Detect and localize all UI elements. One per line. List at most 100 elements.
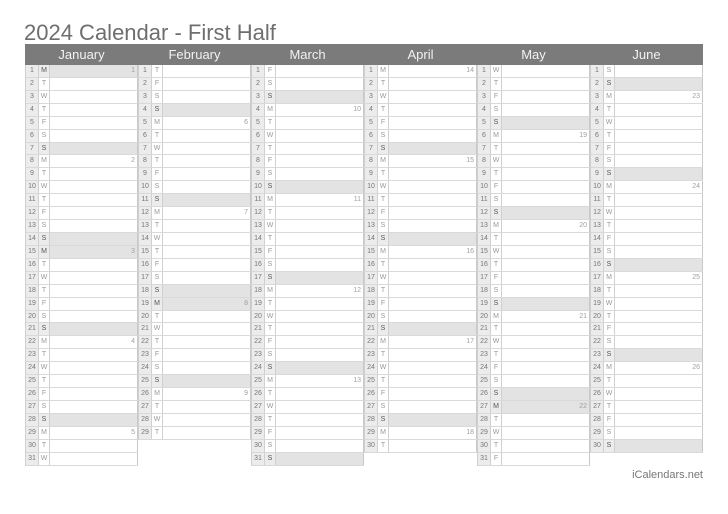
day-row[interactable]: 18 S	[139, 284, 251, 298]
day-row[interactable]: 29 M 5	[26, 426, 138, 440]
day-row[interactable]: 16 S	[591, 258, 703, 272]
day-row[interactable]: 25 T	[591, 375, 703, 389]
day-row[interactable]: 24 F	[478, 362, 590, 376]
day-row[interactable]: 18 T	[26, 284, 138, 298]
day-row[interactable]: 4T	[26, 103, 138, 117]
day-row[interactable]: 18 T	[591, 284, 703, 298]
day-row[interactable]: 6S	[26, 129, 138, 143]
day-row[interactable]: 8W	[478, 155, 590, 169]
day-row[interactable]: 24 M 26	[591, 362, 703, 376]
day-row[interactable]: 23 S	[591, 349, 703, 363]
day-row[interactable]: 26 F	[365, 388, 477, 401]
day-row[interactable]: 15 F	[252, 245, 364, 259]
day-row[interactable]: 31 F	[478, 452, 590, 466]
day-row[interactable]: 28 S	[26, 413, 138, 427]
day-row[interactable]: 1T	[139, 65, 251, 78]
day-row[interactable]: 10 W	[365, 181, 477, 195]
day-row[interactable]: 24 S	[252, 362, 364, 376]
day-row[interactable]: 27 T	[591, 400, 703, 414]
day-row[interactable]: 18 M 12	[252, 284, 364, 298]
day-row[interactable]: 25 S	[478, 375, 590, 389]
day-row[interactable]: 28 F	[591, 413, 703, 427]
day-row[interactable]: 14 T	[252, 232, 364, 246]
day-row[interactable]: 5T	[252, 116, 364, 130]
day-row[interactable]: 21 F	[591, 323, 703, 337]
day-row[interactable]: 31 W	[26, 452, 138, 466]
day-row[interactable]: 30 S	[252, 439, 364, 453]
day-row[interactable]: 20 M 21	[478, 310, 590, 324]
day-row[interactable]: 21 T	[478, 323, 590, 337]
day-row[interactable]: 13 S	[365, 220, 477, 233]
day-row[interactable]: 28 W	[139, 413, 251, 427]
day-row[interactable]: 20 S	[26, 310, 138, 324]
day-row[interactable]: 27 S	[365, 400, 477, 414]
day-row[interactable]: 9T	[365, 168, 477, 182]
day-row[interactable]: 26 T	[252, 388, 364, 401]
day-row[interactable]: 14 F	[591, 232, 703, 246]
day-row[interactable]: 7S	[365, 142, 477, 156]
day-row[interactable]: 5S	[478, 116, 590, 130]
day-row[interactable]: 11 T	[591, 194, 703, 208]
day-row[interactable]: 25 T	[26, 375, 138, 389]
day-row[interactable]: 19 W	[591, 297, 703, 311]
day-row[interactable]: 5W	[591, 116, 703, 130]
day-row[interactable]: 23 T	[478, 349, 590, 363]
day-row[interactable]: 12 M 7	[139, 207, 251, 221]
day-row[interactable]: 4 M 10	[252, 103, 364, 117]
day-row[interactable]: 11 M 11	[252, 194, 364, 208]
day-row[interactable]: 30 T	[478, 439, 590, 453]
day-row[interactable]: 22 F	[252, 336, 364, 350]
day-row[interactable]: 1 M 14	[365, 65, 477, 78]
day-row[interactable]: 2F	[139, 77, 251, 91]
day-row[interactable]: 7T	[252, 142, 364, 156]
day-row[interactable]: 9T	[478, 168, 590, 182]
day-row[interactable]: 9F	[139, 168, 251, 182]
day-row[interactable]: 28 T	[252, 413, 364, 427]
day-row[interactable]: 20 T	[591, 310, 703, 324]
day-row[interactable]: 21 W	[139, 323, 251, 337]
day-row[interactable]: 2T	[365, 77, 477, 91]
day-row[interactable]: 19 F	[365, 297, 477, 311]
day-row[interactable]: 29 M 18	[365, 426, 477, 440]
day-row[interactable]: 16 S	[252, 258, 364, 272]
day-row[interactable]: 21 S	[26, 323, 138, 337]
day-row[interactable]: 1W	[478, 65, 590, 78]
day-row[interactable]: 23 S	[252, 349, 364, 363]
day-row[interactable]: 3S	[252, 90, 364, 104]
day-row[interactable]: 4T	[591, 103, 703, 117]
day-row[interactable]: 29 S	[591, 426, 703, 440]
day-row[interactable]: 1M1	[26, 65, 138, 78]
day-row[interactable]: 7W	[139, 142, 251, 156]
day-row[interactable]: 12 F	[26, 207, 138, 221]
day-row[interactable]: 22 W	[478, 336, 590, 350]
day-row[interactable]: 11 T	[26, 194, 138, 208]
day-row[interactable]: 30 T	[26, 439, 138, 453]
day-row[interactable]: 3F	[478, 90, 590, 104]
day-row[interactable]: 12 S	[478, 207, 590, 221]
day-row[interactable]: 3W	[365, 90, 477, 104]
day-row[interactable]: 23 T	[365, 349, 477, 363]
day-row[interactable]: 30 S	[591, 439, 703, 453]
day-row[interactable]: 20 S	[365, 310, 477, 324]
day-row[interactable]: 5F	[365, 116, 477, 130]
day-row[interactable]: 16 T	[365, 258, 477, 272]
day-row[interactable]: 27 W	[252, 400, 364, 414]
day-row[interactable]: 9T	[26, 168, 138, 182]
day-row[interactable]: 14 S	[365, 232, 477, 246]
day-row[interactable]: 5F	[26, 116, 138, 130]
day-row[interactable]: 21 T	[252, 323, 364, 337]
day-row[interactable]: 13 M 20	[478, 220, 590, 233]
day-row[interactable]: 16 F	[139, 258, 251, 272]
day-row[interactable]: 11 T	[365, 194, 477, 208]
day-row[interactable]: 2S	[252, 77, 364, 91]
day-row[interactable]: 13 T	[139, 220, 251, 233]
day-row[interactable]: 29 F	[252, 426, 364, 440]
day-row[interactable]: 30 T	[365, 439, 477, 453]
day-row[interactable]: 16 T	[26, 258, 138, 272]
day-row[interactable]: 17 S	[139, 271, 251, 285]
day-row[interactable]: 26 F	[26, 388, 138, 401]
day-row[interactable]: 15 T	[139, 245, 251, 259]
day-row[interactable]: 4S	[139, 103, 251, 117]
day-row[interactable]: 17 S	[252, 271, 364, 285]
day-row[interactable]: 17 F	[478, 271, 590, 285]
